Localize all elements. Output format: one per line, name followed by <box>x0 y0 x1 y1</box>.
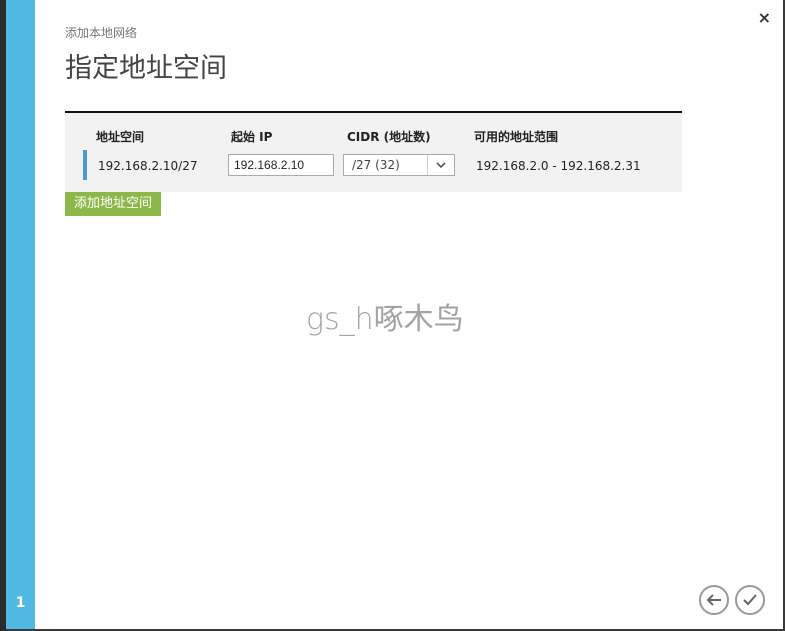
address-space-value: 192.168.2.10/27 <box>98 159 198 173</box>
dialog-subtitle: 添加本地网络 <box>65 26 138 40</box>
checkmark-icon[interactable] <box>735 585 765 615</box>
row-selection-accent <box>83 150 87 180</box>
watermark-text: gs_h啄木鸟 <box>306 302 464 337</box>
arrow-left-icon[interactable] <box>699 585 729 615</box>
start-ip-input[interactable] <box>228 154 334 176</box>
cidr-selected-value: /27 (32) <box>352 158 400 172</box>
column-header-cidr: CIDR (地址数) <box>347 130 431 144</box>
step-number: 1 <box>15 595 26 611</box>
step-indicator-bar: 1 <box>6 0 35 629</box>
column-header-start-ip: 起始 IP <box>231 130 273 144</box>
add-address-space-button[interactable]: 添加地址空间 <box>65 192 162 216</box>
address-space-table: 地址空间 起始 IP CIDR (地址数) 可用的地址范围 192.168.2.… <box>65 111 682 192</box>
column-header-usable-range: 可用的地址范围 <box>474 130 559 144</box>
column-header-address-space: 地址空间 <box>96 130 145 144</box>
cidr-dropdown[interactable]: /27 (32) <box>343 154 455 176</box>
close-icon[interactable]: × <box>758 10 771 26</box>
usable-range-value: 192.168.2.0 - 192.168.2.31 <box>476 159 641 173</box>
add-local-network-dialog: 1 × 添加本地网络 指定地址空间 地址空间 起始 IP CIDR (地址数) … <box>6 0 783 629</box>
page-title: 指定地址空间 <box>65 53 227 84</box>
chevron-down-icon[interactable] <box>427 155 454 175</box>
